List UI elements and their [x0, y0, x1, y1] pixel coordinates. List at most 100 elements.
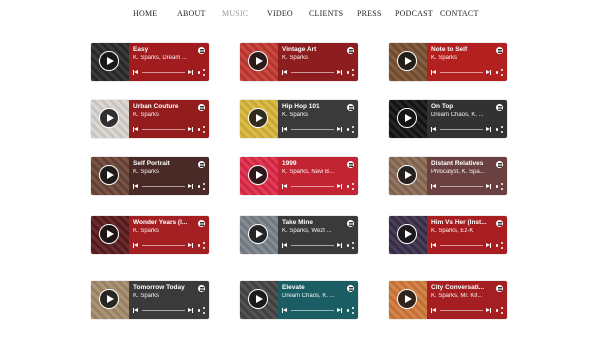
- next-icon[interactable]: [337, 70, 342, 75]
- play-icon[interactable]: [99, 224, 119, 244]
- track-artist[interactable]: K. Sparks, Navi B...: [282, 169, 342, 175]
- album-art[interactable]: [240, 281, 278, 319]
- nav-press[interactable]: PRESS: [357, 9, 382, 18]
- play-icon[interactable]: [248, 51, 268, 71]
- progress-bar[interactable]: [291, 72, 334, 73]
- share-icon[interactable]: [496, 183, 503, 190]
- play-icon[interactable]: [397, 51, 417, 71]
- next-icon[interactable]: [486, 184, 491, 189]
- next-icon[interactable]: [486, 127, 491, 132]
- spotify-icon[interactable]: [198, 285, 205, 292]
- spotify-icon[interactable]: [347, 47, 354, 54]
- play-icon[interactable]: [248, 165, 268, 185]
- album-art[interactable]: [91, 157, 129, 195]
- album-art[interactable]: [91, 281, 129, 319]
- nav-video[interactable]: VIDEO: [267, 9, 293, 18]
- track-artist[interactable]: K. Sparks: [133, 112, 193, 118]
- spotify-icon[interactable]: [347, 285, 354, 292]
- play-icon[interactable]: [248, 224, 268, 244]
- track-artist[interactable]: K. Sparks: [133, 169, 193, 175]
- play-icon[interactable]: [99, 51, 119, 71]
- track-title[interactable]: City Conversati...: [431, 284, 491, 291]
- nav-about[interactable]: ABOUT: [177, 9, 206, 18]
- album-art[interactable]: [91, 216, 129, 254]
- next-icon[interactable]: [486, 70, 491, 75]
- progress-bar[interactable]: [440, 310, 483, 311]
- spotify-icon[interactable]: [347, 104, 354, 111]
- track-artist[interactable]: K. Sparks, Wezt ...: [282, 228, 342, 234]
- play-icon[interactable]: [99, 289, 119, 309]
- share-icon[interactable]: [347, 126, 354, 133]
- track-title[interactable]: Take Mine: [282, 219, 342, 226]
- spotify-icon[interactable]: [347, 220, 354, 227]
- track-artist[interactable]: K. Sparks, Mr. Kif...: [431, 293, 491, 299]
- progress-bar[interactable]: [440, 129, 483, 130]
- share-icon[interactable]: [496, 126, 503, 133]
- spotify-icon[interactable]: [198, 104, 205, 111]
- share-icon[interactable]: [198, 69, 205, 76]
- progress-bar[interactable]: [440, 245, 483, 246]
- next-icon[interactable]: [486, 243, 491, 248]
- album-art[interactable]: [389, 281, 427, 319]
- spotify-icon[interactable]: [198, 47, 205, 54]
- track-artist[interactable]: K. Sparks, Dream ...: [133, 55, 193, 61]
- album-art[interactable]: [240, 100, 278, 138]
- track-artist[interactable]: K. Sparks: [431, 55, 491, 61]
- play-icon[interactable]: [397, 289, 417, 309]
- album-art[interactable]: [240, 43, 278, 81]
- progress-bar[interactable]: [142, 129, 185, 130]
- previous-icon[interactable]: [431, 308, 436, 313]
- track-title[interactable]: Hip Hop 101: [282, 103, 342, 110]
- progress-bar[interactable]: [440, 186, 483, 187]
- play-icon[interactable]: [99, 165, 119, 185]
- spotify-icon[interactable]: [198, 161, 205, 168]
- spotify-icon[interactable]: [496, 285, 503, 292]
- track-artist[interactable]: K. Sparks: [282, 112, 342, 118]
- next-icon[interactable]: [337, 184, 342, 189]
- previous-icon[interactable]: [431, 184, 436, 189]
- next-icon[interactable]: [337, 127, 342, 132]
- next-icon[interactable]: [188, 127, 193, 132]
- track-title[interactable]: Self Portrait: [133, 160, 193, 167]
- track-artist[interactable]: K. Sparks: [133, 228, 193, 234]
- previous-icon[interactable]: [133, 308, 138, 313]
- share-icon[interactable]: [198, 126, 205, 133]
- album-art[interactable]: [389, 43, 427, 81]
- album-art[interactable]: [389, 100, 427, 138]
- previous-icon[interactable]: [431, 127, 436, 132]
- share-icon[interactable]: [198, 183, 205, 190]
- progress-bar[interactable]: [440, 72, 483, 73]
- track-artist[interactable]: K. Sparks, Ez-K: [431, 228, 491, 234]
- track-title[interactable]: Tomorrow Today: [133, 284, 193, 291]
- track-title[interactable]: Wonder Years (I...: [133, 219, 193, 226]
- track-title[interactable]: Elevate: [282, 284, 342, 291]
- previous-icon[interactable]: [431, 243, 436, 248]
- previous-icon[interactable]: [282, 308, 287, 313]
- track-title[interactable]: Note to Self: [431, 46, 491, 53]
- previous-icon[interactable]: [282, 184, 287, 189]
- album-art[interactable]: [91, 100, 129, 138]
- track-artist[interactable]: Phlocalyst, K. Spa...: [431, 169, 491, 175]
- next-icon[interactable]: [188, 70, 193, 75]
- track-title[interactable]: Vintage Art: [282, 46, 342, 53]
- progress-bar[interactable]: [291, 245, 334, 246]
- spotify-icon[interactable]: [496, 104, 503, 111]
- spotify-icon[interactable]: [496, 161, 503, 168]
- progress-bar[interactable]: [291, 186, 334, 187]
- progress-bar[interactable]: [291, 310, 334, 311]
- track-artist[interactable]: Dream Chaos, K. ...: [431, 112, 491, 118]
- track-artist[interactable]: K. Sparks: [133, 293, 193, 299]
- share-icon[interactable]: [347, 242, 354, 249]
- previous-icon[interactable]: [133, 184, 138, 189]
- share-icon[interactable]: [496, 307, 503, 314]
- nav-home[interactable]: HOME: [133, 9, 157, 18]
- track-artist[interactable]: K. Sparks: [282, 55, 342, 61]
- play-icon[interactable]: [248, 289, 268, 309]
- album-art[interactable]: [91, 43, 129, 81]
- nav-podcast[interactable]: PODCAST: [395, 9, 433, 18]
- nav-clients[interactable]: CLIENTS: [309, 9, 343, 18]
- nav-contact[interactable]: CONTACT: [440, 9, 479, 18]
- play-icon[interactable]: [248, 108, 268, 128]
- share-icon[interactable]: [347, 69, 354, 76]
- previous-icon[interactable]: [431, 70, 436, 75]
